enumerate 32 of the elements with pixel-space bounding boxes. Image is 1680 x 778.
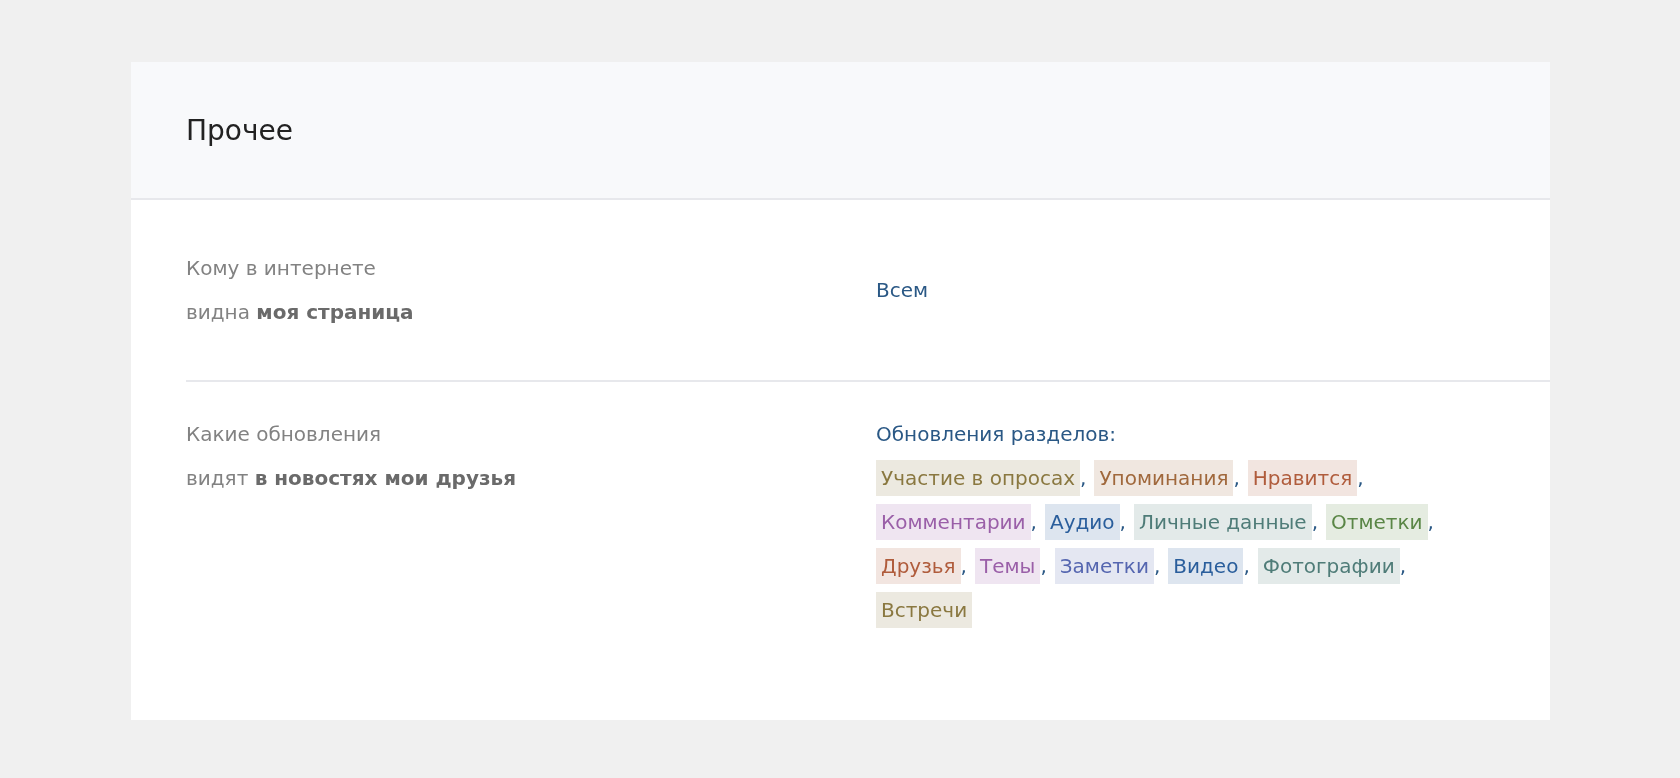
setting-value-link[interactable]: Обновления разделов: (876, 412, 1116, 456)
setting-label: видна моя страница (186, 299, 414, 326)
comma: , (1427, 509, 1434, 536)
comma: , (1233, 465, 1240, 492)
comma: , (1399, 553, 1406, 580)
comma: , (960, 553, 967, 580)
comma: , (1119, 509, 1126, 536)
comma: , (1040, 553, 1047, 580)
section-tag: Нравится (1247, 460, 1358, 496)
section-tag: Личные данные (1133, 504, 1312, 540)
comma: , (1030, 509, 1037, 536)
section-tag: Встречи (876, 592, 973, 628)
section-tag: Аудио (1044, 504, 1120, 540)
section-tag: Упоминания (1094, 460, 1234, 496)
section-tag: Участие в опросах (876, 460, 1081, 496)
setting-label: видят в новостях мои друзья (186, 465, 517, 492)
comma: , (1357, 465, 1364, 492)
comma: , (1311, 509, 1318, 536)
section-tag: Комментарии (876, 504, 1031, 540)
section-tag: Друзья (876, 548, 961, 584)
comma: , (1080, 465, 1087, 492)
section-tag: Заметки (1054, 548, 1154, 584)
comma: , (1243, 553, 1250, 580)
section-tag: Видео (1168, 548, 1244, 584)
setting-value-link[interactable]: Всем (876, 268, 929, 312)
setting-label: Кому в интернете (186, 255, 376, 282)
section-tag: Отметки (1326, 504, 1428, 540)
comma: , (1153, 553, 1161, 580)
section-title: Прочее (186, 113, 293, 147)
setting-label: Какие обновления (186, 421, 382, 448)
section-tag: Фотографии (1257, 548, 1400, 584)
section-tag: Темы (974, 548, 1041, 584)
